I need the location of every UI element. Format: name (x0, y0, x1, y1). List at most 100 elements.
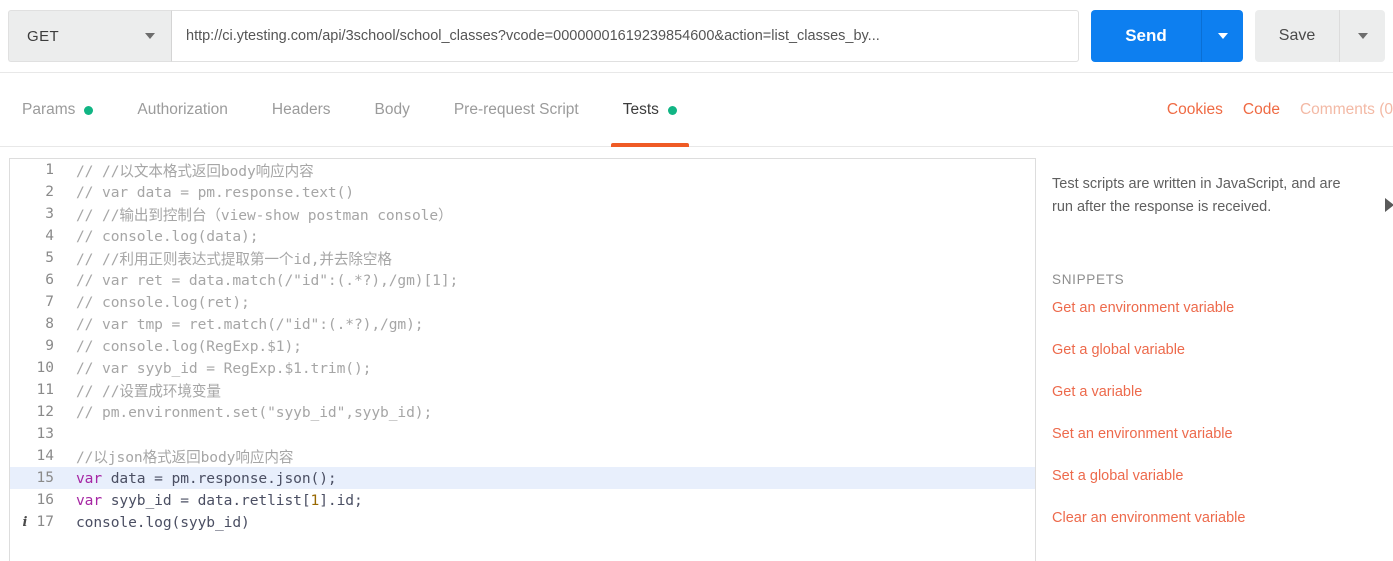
code-token: // console.log(data); (76, 227, 259, 245)
cookies-link[interactable]: Cookies (1167, 101, 1223, 119)
chevron-down-icon (1217, 33, 1228, 39)
send-button[interactable]: Send (1091, 10, 1201, 62)
code-line[interactable]: 16 var syyb_id = data.retlist[1].id; (10, 489, 1035, 511)
comments-link[interactable]: Comments (0 (1300, 101, 1393, 119)
snippets-help-panel: Test scripts are written in JavaScript, … (1052, 158, 1393, 561)
code-text: // pm.environment.set("syyb_id",syyb_id)… (62, 404, 432, 421)
line-number: 9 (45, 338, 54, 354)
tab-body[interactable]: Body (352, 73, 431, 147)
line-number: 7 (45, 294, 54, 310)
code-line[interactable]: 9 // console.log(RegExp.$1); (10, 335, 1035, 357)
help-description: Test scripts are written in JavaScript, … (1052, 176, 1341, 216)
line-number: 1 (45, 162, 54, 178)
http-method-select[interactable]: GET (8, 10, 172, 62)
snippet-item[interactable]: Set an environment variable (1052, 426, 1382, 443)
snippet-list: Get an environment variable Get a global … (1052, 300, 1382, 527)
chevron-down-icon (1357, 33, 1368, 39)
code-line[interactable]: 11 // //设置成环境变量 (10, 379, 1035, 401)
code-line[interactable]: 4 // console.log(data); (10, 225, 1035, 247)
code-token: // //输出到控制台（view-show postman console） (76, 206, 453, 224)
code-line[interactable]: 10 // var syyb_id = RegExp.$1.trim(); (10, 357, 1035, 379)
code-token: //以json格式返回body响应内容 (76, 448, 294, 466)
status-dot (667, 105, 677, 115)
code-token: data = pm.response.json(); (102, 469, 337, 487)
code-token: console.log(syyb_id) (76, 513, 250, 531)
snippet-item[interactable]: Clear an environment variable (1052, 510, 1382, 527)
code-token: // console.log(ret); (76, 293, 250, 311)
code-line-container: 1 // //以文本格式返回body响应内容 2 // var data = pm.r… (10, 159, 1035, 533)
url-input[interactable] (172, 10, 1079, 62)
code-text: // var data = pm.response.text() (62, 184, 354, 201)
request-tab-actions: Cookies Code Comments (0 (1147, 73, 1393, 147)
code-line[interactable]: 2 // var data = pm.response.text() (10, 181, 1035, 203)
code-line[interactable]: 12 // pm.environment.set("syyb_id",syyb_i… (10, 401, 1035, 423)
code-token: // //利用正则表达式提取第一个id,并去除空格 (76, 250, 392, 268)
snippet-item[interactable]: Set a global variable (1052, 468, 1382, 485)
snippet-item[interactable]: Get a global variable (1052, 342, 1382, 359)
tab-label: Body (374, 101, 410, 118)
code-line[interactable]: i 17 console.log(syyb_id) (10, 511, 1035, 533)
line-number: 15 (36, 470, 54, 486)
info-icon[interactable]: i (18, 515, 32, 530)
line-number: 6 (45, 272, 54, 288)
tab-label: Params (22, 101, 76, 118)
save-options-button[interactable] (1339, 10, 1385, 62)
snippet-item[interactable]: Get an environment variable (1052, 300, 1382, 317)
code-text: // console.log(ret); (62, 294, 250, 311)
code-line[interactable]: 8 // var tmp = ret.match(/"id":(.*?),/gm)… (10, 313, 1035, 335)
chevron-down-icon (145, 33, 155, 39)
request-tab-bar: Params Authorization Headers Body Pre-re… (0, 73, 1393, 147)
code-line[interactable]: 1 // //以文本格式返回body响应内容 (10, 159, 1035, 181)
code-line[interactable]: 6 // var ret = data.match(/"id":(.*?),/gm… (10, 269, 1035, 291)
http-method-label: GET (27, 27, 60, 45)
code-text: // var syyb_id = RegExp.$1.trim(); (62, 360, 371, 377)
code-text: // var ret = data.match(/"id":(.*?),/gm)… (62, 272, 458, 289)
code-token: ].id; (319, 491, 363, 509)
code-text: // console.log(data); (62, 227, 259, 245)
tab-label: Headers (271, 101, 331, 118)
line-number: 10 (36, 360, 54, 376)
code-text: // //输出到控制台（view-show postman console） (62, 204, 453, 225)
line-number: 2 (45, 184, 54, 200)
code-token: // var tmp = ret.match(/"id":(.*?),/gm); (76, 315, 424, 333)
code-line[interactable]: 7 // console.log(ret); (10, 291, 1035, 313)
code-token: // //以文本格式返回body响应内容 (76, 162, 314, 180)
code-line[interactable]: 3 // //输出到控制台（view-show postman console） (10, 203, 1035, 225)
code-token: // console.log(RegExp.$1); (76, 337, 302, 355)
line-number: 3 (45, 206, 54, 222)
status-dot (84, 105, 94, 115)
code-token: // pm.environment.set("syyb_id",syyb_id)… (76, 403, 433, 421)
line-number: 8 (45, 316, 54, 332)
tab-authorization[interactable]: Authorization (115, 73, 249, 147)
code-line[interactable]: 15 var data = pm.response.json(); (10, 467, 1035, 489)
code-token: 1 (310, 491, 320, 509)
tab-tests[interactable]: Tests (601, 73, 699, 147)
line-number: 14 (36, 448, 54, 464)
line-number: 11 (36, 382, 54, 398)
code-text: // //设置成环境变量 (62, 380, 221, 401)
line-number: 13 (36, 426, 54, 442)
code-line[interactable]: 13 (10, 423, 1035, 445)
code-token: var (76, 491, 103, 509)
code-line[interactable]: 5 // //利用正则表达式提取第一个id,并去除空格 (10, 247, 1035, 269)
snippets-heading: SNIPPETS (1052, 271, 1125, 287)
tests-pane: 1 // //以文本格式返回body响应内容 2 // var data = pm.r… (0, 147, 1393, 561)
code-text: // console.log(RegExp.$1); (62, 338, 302, 355)
snippet-item[interactable]: Get a variable (1052, 384, 1382, 401)
tab-params[interactable]: Params (0, 73, 115, 147)
code-text: var syyb_id = data.retlist[1].id; (62, 492, 363, 509)
code-text: // //利用正则表达式提取第一个id,并去除空格 (62, 248, 392, 269)
code-link[interactable]: Code (1243, 101, 1280, 119)
tab-headers[interactable]: Headers (250, 73, 353, 147)
test-script-editor[interactable]: 1 // //以文本格式返回body响应内容 2 // var data = pm.r… (9, 158, 1036, 561)
code-token: // var ret = data.match(/"id":(.*?),/gm)… (76, 271, 459, 289)
request-tab-list: Params Authorization Headers Body Pre-re… (0, 73, 699, 147)
tab-pre-request-script[interactable]: Pre-request Script (432, 73, 601, 147)
code-token: // //设置成环境变量 (76, 382, 221, 400)
tab-label: Pre-request Script (453, 101, 579, 118)
save-button[interactable]: Save (1255, 10, 1339, 62)
send-options-button[interactable] (1201, 10, 1243, 62)
code-text: console.log(syyb_id) (62, 514, 250, 531)
code-line[interactable]: 14 //以json格式返回body响应内容 (10, 445, 1035, 467)
chevron-right-icon[interactable] (1385, 198, 1393, 212)
